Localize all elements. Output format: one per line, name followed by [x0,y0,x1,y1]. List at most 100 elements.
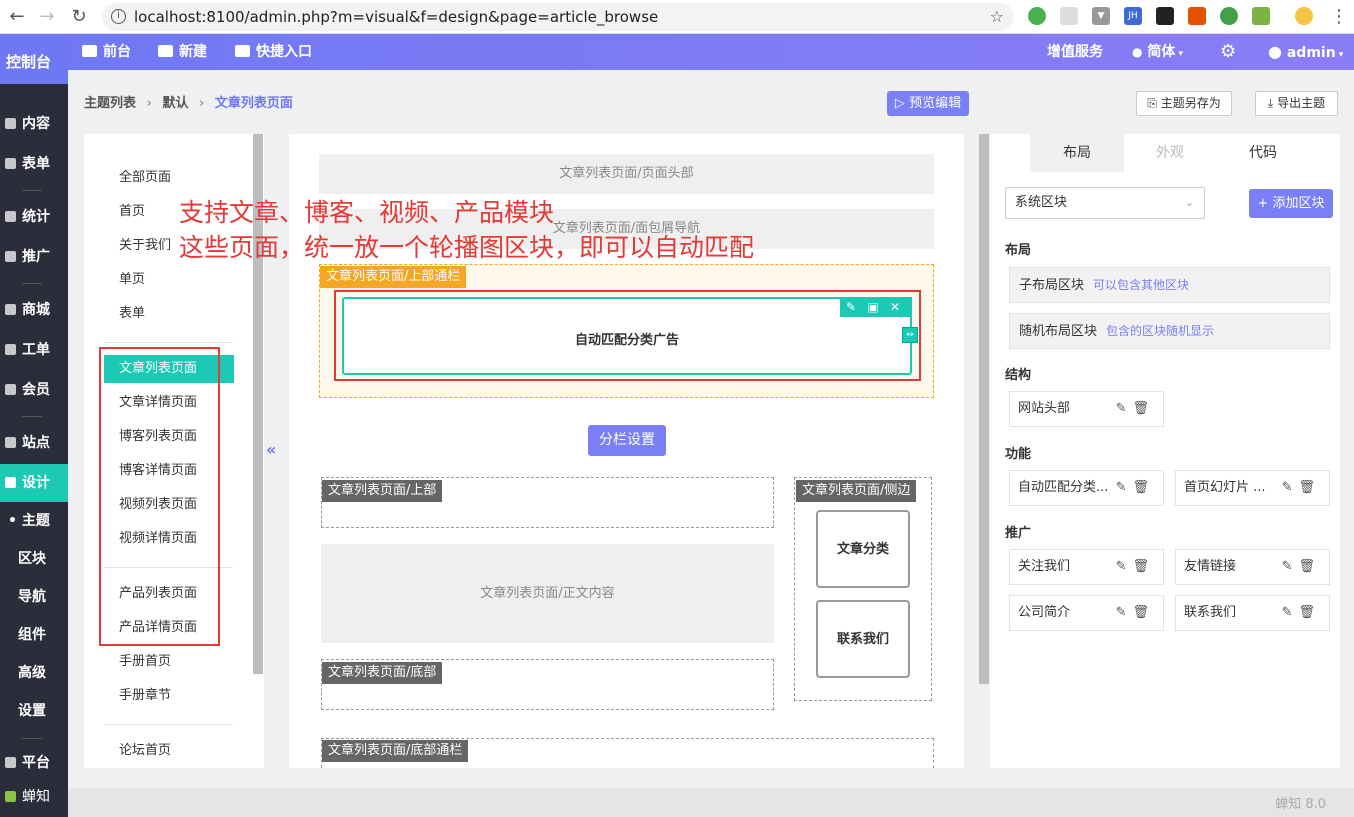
check-icon [235,45,250,57]
shop-icon [5,304,16,315]
new-menu[interactable]: 新建 [158,34,207,70]
page-manual-home[interactable]: 手册首页 [104,648,234,676]
trash-icon[interactable]: 🗑 [1298,605,1321,620]
info-icon[interactable]: i [111,9,126,24]
trash-icon[interactable]: 🗑 [1132,401,1155,416]
menu-dots-icon[interactable]: ⋮ [1328,6,1350,27]
edit-icon[interactable]: ✎ [1282,480,1299,495]
jh-extension-icon[interactable]: JH [1124,7,1142,25]
breadcrumb-default[interactable]: 默认 [162,96,188,111]
resize-handle-icon[interactable]: ↔ [902,327,918,343]
address-bar[interactable]: i localhost:8100/admin.php?m=visual&f=de… [102,3,1014,31]
ticket-icon [5,344,16,355]
sidebar-item-form[interactable]: 表单 [0,145,68,183]
platform-icon [5,757,16,768]
shortcut-menu[interactable]: 快捷入口 [235,34,312,70]
tab-layout[interactable]: 布局 [1030,134,1124,172]
layout-random-block[interactable]: 随机布局区块 包含的区块随机显示 [1009,313,1330,349]
block-type-select[interactable]: 系统区块 ⌄ [1005,187,1205,219]
sidebar-item-platform[interactable]: 平台 [0,744,68,782]
rss-extension-icon[interactable] [1252,7,1270,25]
region-page-header[interactable]: 文章列表页面/页面头部 [319,154,934,194]
breadcrumb-theme-list[interactable]: 主题列表 [84,96,136,111]
sidebar-sub-component[interactable]: 组件 [0,616,68,654]
sidebar-sub-block[interactable]: 区块 [0,540,68,578]
sidebar-sub-theme[interactable]: • 主题 [0,502,68,540]
block-chip-follow-us[interactable]: 关注我们 ✎🗑 [1009,549,1164,585]
sidebar-item-content[interactable]: 内容 [0,105,68,143]
sidebar-item-stats[interactable]: 统计 [0,198,68,236]
edit-icon[interactable]: ✎ [1116,559,1133,574]
cat-extension-icon[interactable] [1156,7,1174,25]
block-chip-home-slider[interactable]: 首页幻灯片 ... ✎🗑 [1175,470,1330,506]
edit-icon[interactable]: ✎ [1282,605,1299,620]
edit-icon[interactable]: ✎ [1116,605,1133,620]
edit-icon[interactable]: ✎ [840,297,862,317]
layout-sub-block[interactable]: 子布局区块 可以包含其他区块 [1009,267,1330,303]
browser-toolbar: ← → ↻ i localhost:8100/admin.php?m=visua… [0,0,1354,34]
globe-extension-icon[interactable] [1028,7,1046,25]
tab-appearance[interactable]: 外观 [1123,134,1217,172]
trash-icon[interactable]: 🗑 [1132,559,1155,574]
star-icon[interactable]: ☆ [990,3,1004,31]
side-block-contact[interactable]: 联系我们 [816,600,910,678]
page-forum-home[interactable]: 论坛首页 [104,737,234,765]
edit-icon[interactable]: ✎ [1116,401,1133,416]
collapse-left-icon[interactable]: « [266,440,276,459]
canvas-scrollbar[interactable] [979,134,989,684]
block-chip-auto-ad[interactable]: 自动匹配分类... ✎🗑 [1009,470,1164,506]
preview-edit-button[interactable]: ▷ 预览编辑 [887,91,969,116]
edit-icon[interactable]: ✎ [1116,480,1133,495]
layout-icon[interactable]: ▣ [862,297,884,317]
block-chip-friend-links[interactable]: 友情链接 ✎🗑 [1175,549,1330,585]
auto-ad-block[interactable]: 自动匹配分类广告 [342,297,912,375]
sidebar-item-site[interactable]: 站点 [0,424,68,462]
trash-icon[interactable]: 🗑 [1132,480,1155,495]
save-as-theme-button[interactable]: ⎘ 主题另存为 [1136,91,1232,116]
page-single[interactable]: 单页 [104,266,234,294]
sidebar-item-shop[interactable]: 商城 [0,291,68,329]
avatar-icon[interactable] [1295,7,1313,25]
extension-icon[interactable] [1060,7,1078,25]
share-extension-icon[interactable] [1188,7,1206,25]
brand-logo[interactable]: 控制台 [0,34,68,84]
region-main-content[interactable]: 文章列表页面/正文内容 [321,544,774,643]
close-icon[interactable]: ✕ [884,297,906,317]
chrome-extension-icon[interactable] [1220,7,1238,25]
url-text: localhost:8100/admin.php?m=visual&f=desi… [134,8,659,26]
reload-icon[interactable]: ↻ [68,6,90,27]
side-block-article-category[interactable]: 文章分类 [816,510,910,588]
gear-icon[interactable]: ⚙ [1220,34,1236,70]
block-chip-company-intro[interactable]: 公司简介 ✎🗑 [1009,595,1164,631]
trash-icon[interactable]: 🗑 [1298,480,1321,495]
sidebar-item-promotion[interactable]: 推广 [0,238,68,276]
value-added-link[interactable]: 增值服务 [1047,34,1103,70]
sidebar-item-design[interactable]: 设计 [0,464,68,502]
edit-icon[interactable]: ✎ [1282,559,1299,574]
add-block-button[interactable]: + 添加区块 [1249,189,1333,218]
divider [22,190,42,191]
sidebar-sub-advanced[interactable]: 高级 [0,654,68,692]
vue-extension-icon[interactable]: ▼ [1092,7,1110,25]
sidebar-logo[interactable]: 蝉知 [0,778,68,816]
chevron-right-icon: › [198,96,205,111]
export-theme-button[interactable]: ⤓ 导出主题 [1255,91,1338,116]
page-all[interactable]: 全部页面 [104,164,234,192]
back-icon[interactable]: ← [6,6,28,27]
sidebar-sub-nav[interactable]: 导航 [0,578,68,616]
tab-code[interactable]: 代码 [1216,134,1310,172]
sidebar-item-member[interactable]: 会员 [0,371,68,409]
language-select[interactable]: ● 简体 ▾ [1132,34,1183,70]
sidebar-sub-settings[interactable]: 设置 [0,692,68,730]
user-menu[interactable]: ● admin ▾ [1268,34,1343,70]
trash-icon[interactable]: 🗑 [1298,559,1321,574]
frontend-link[interactable]: 前台 [82,34,131,70]
sidebar-item-ticket[interactable]: 工单 [0,331,68,369]
page-manual-chapter[interactable]: 手册章节 [104,682,234,710]
forward-icon[interactable]: → [36,6,58,27]
page-form[interactable]: 表单 [104,300,234,328]
block-chip-site-header[interactable]: 网站头部 ✎🗑 [1009,391,1164,427]
trash-icon[interactable]: 🗑 [1132,605,1155,620]
block-chip-contact-us[interactable]: 联系我们 ✎🗑 [1175,595,1330,631]
column-settings-button[interactable]: 分栏设置 [588,425,666,456]
